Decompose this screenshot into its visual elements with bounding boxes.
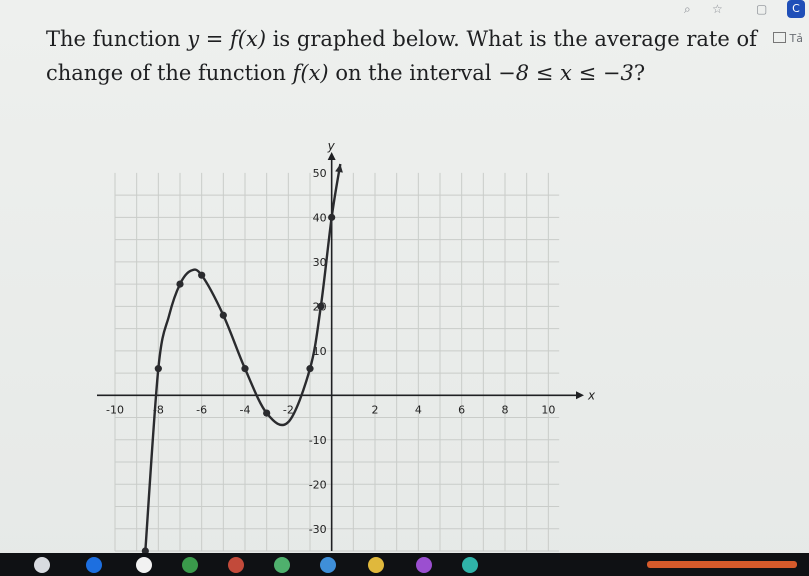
settings-icon[interactable] <box>34 557 50 573</box>
bookmark-label: Tả <box>789 32 803 45</box>
taskbar <box>0 553 809 576</box>
y-axis-arrow <box>327 152 336 160</box>
x-tick-label: 6 <box>458 403 465 416</box>
app-icon[interactable] <box>416 557 432 573</box>
app-icon[interactable] <box>228 557 244 573</box>
quiz-page: ⌕ ☆ ▢ C Tả The function y = f(x) is grap… <box>0 0 809 576</box>
data-point <box>198 271 206 279</box>
app-icon[interactable] <box>462 557 478 573</box>
data-point <box>219 311 227 319</box>
y-tick-label: 50 <box>313 167 327 180</box>
y-tick-label: -10 <box>309 434 327 447</box>
data-point <box>328 213 336 221</box>
x-tick-label: -2 <box>283 403 294 416</box>
app-icon[interactable] <box>320 557 336 573</box>
data-point <box>154 365 162 373</box>
app-icon[interactable] <box>274 557 290 573</box>
function-notation: y = f(x) <box>187 27 267 51</box>
data-point <box>317 302 325 310</box>
question-line-1: The function y = f(x) is graphed below. … <box>46 22 786 56</box>
app-icon[interactable] <box>182 557 198 573</box>
x-tick-label: 2 <box>372 403 379 416</box>
y-tick-label: -30 <box>309 523 327 536</box>
extension-badge[interactable]: C <box>787 0 805 18</box>
notification-bar[interactable] <box>647 561 797 568</box>
question-text-part: The function <box>46 27 188 51</box>
x-axis-label: x <box>587 388 595 402</box>
y-tick-label: -20 <box>309 478 327 491</box>
x-tick-label: -4 <box>240 403 251 416</box>
function-curve <box>144 163 342 552</box>
data-point <box>263 409 271 417</box>
x-tick-label: 4 <box>415 403 422 416</box>
browser-toolbar: ⌕ ☆ ▢ C <box>0 0 809 20</box>
question-text-part: is graphed below. What is the average ra… <box>266 27 757 51</box>
data-point <box>176 280 184 288</box>
reader-icon[interactable]: ▢ <box>756 2 767 16</box>
question-text: The function y = f(x) is graphed below. … <box>46 22 786 90</box>
x-tick-label: -6 <box>196 403 207 416</box>
interval-expression: −8 ≤ x ≤ −3 <box>498 61 634 85</box>
app-icon[interactable] <box>86 557 102 573</box>
function-name: f(x) <box>292 61 329 85</box>
data-point <box>306 365 314 373</box>
question-line-2: change of the function f(x) on the inter… <box>46 56 786 90</box>
star-icon[interactable]: ☆ <box>712 2 723 16</box>
x-tick-label: 10 <box>541 403 555 416</box>
app-icon[interactable] <box>136 557 152 573</box>
y-axis-label: y <box>327 139 336 153</box>
x-axis-arrow <box>576 391 584 400</box>
graph-svg: xy-10-8-6-4-22468105040302010-10-20-30 <box>97 139 596 555</box>
x-tick-label: -10 <box>106 403 124 416</box>
app-icon[interactable] <box>368 557 384 573</box>
question-text-part: on the interval <box>328 61 499 85</box>
x-tick-label: 8 <box>502 403 509 416</box>
function-graph: xy-10-8-6-4-22468105040302010-10-20-30 <box>95 136 596 556</box>
y-tick-label: 40 <box>313 211 327 224</box>
search-icon[interactable]: ⌕ <box>684 2 691 17</box>
question-mark: ? <box>633 61 646 85</box>
data-point <box>241 365 249 373</box>
question-text-part: change of the function <box>46 61 293 85</box>
